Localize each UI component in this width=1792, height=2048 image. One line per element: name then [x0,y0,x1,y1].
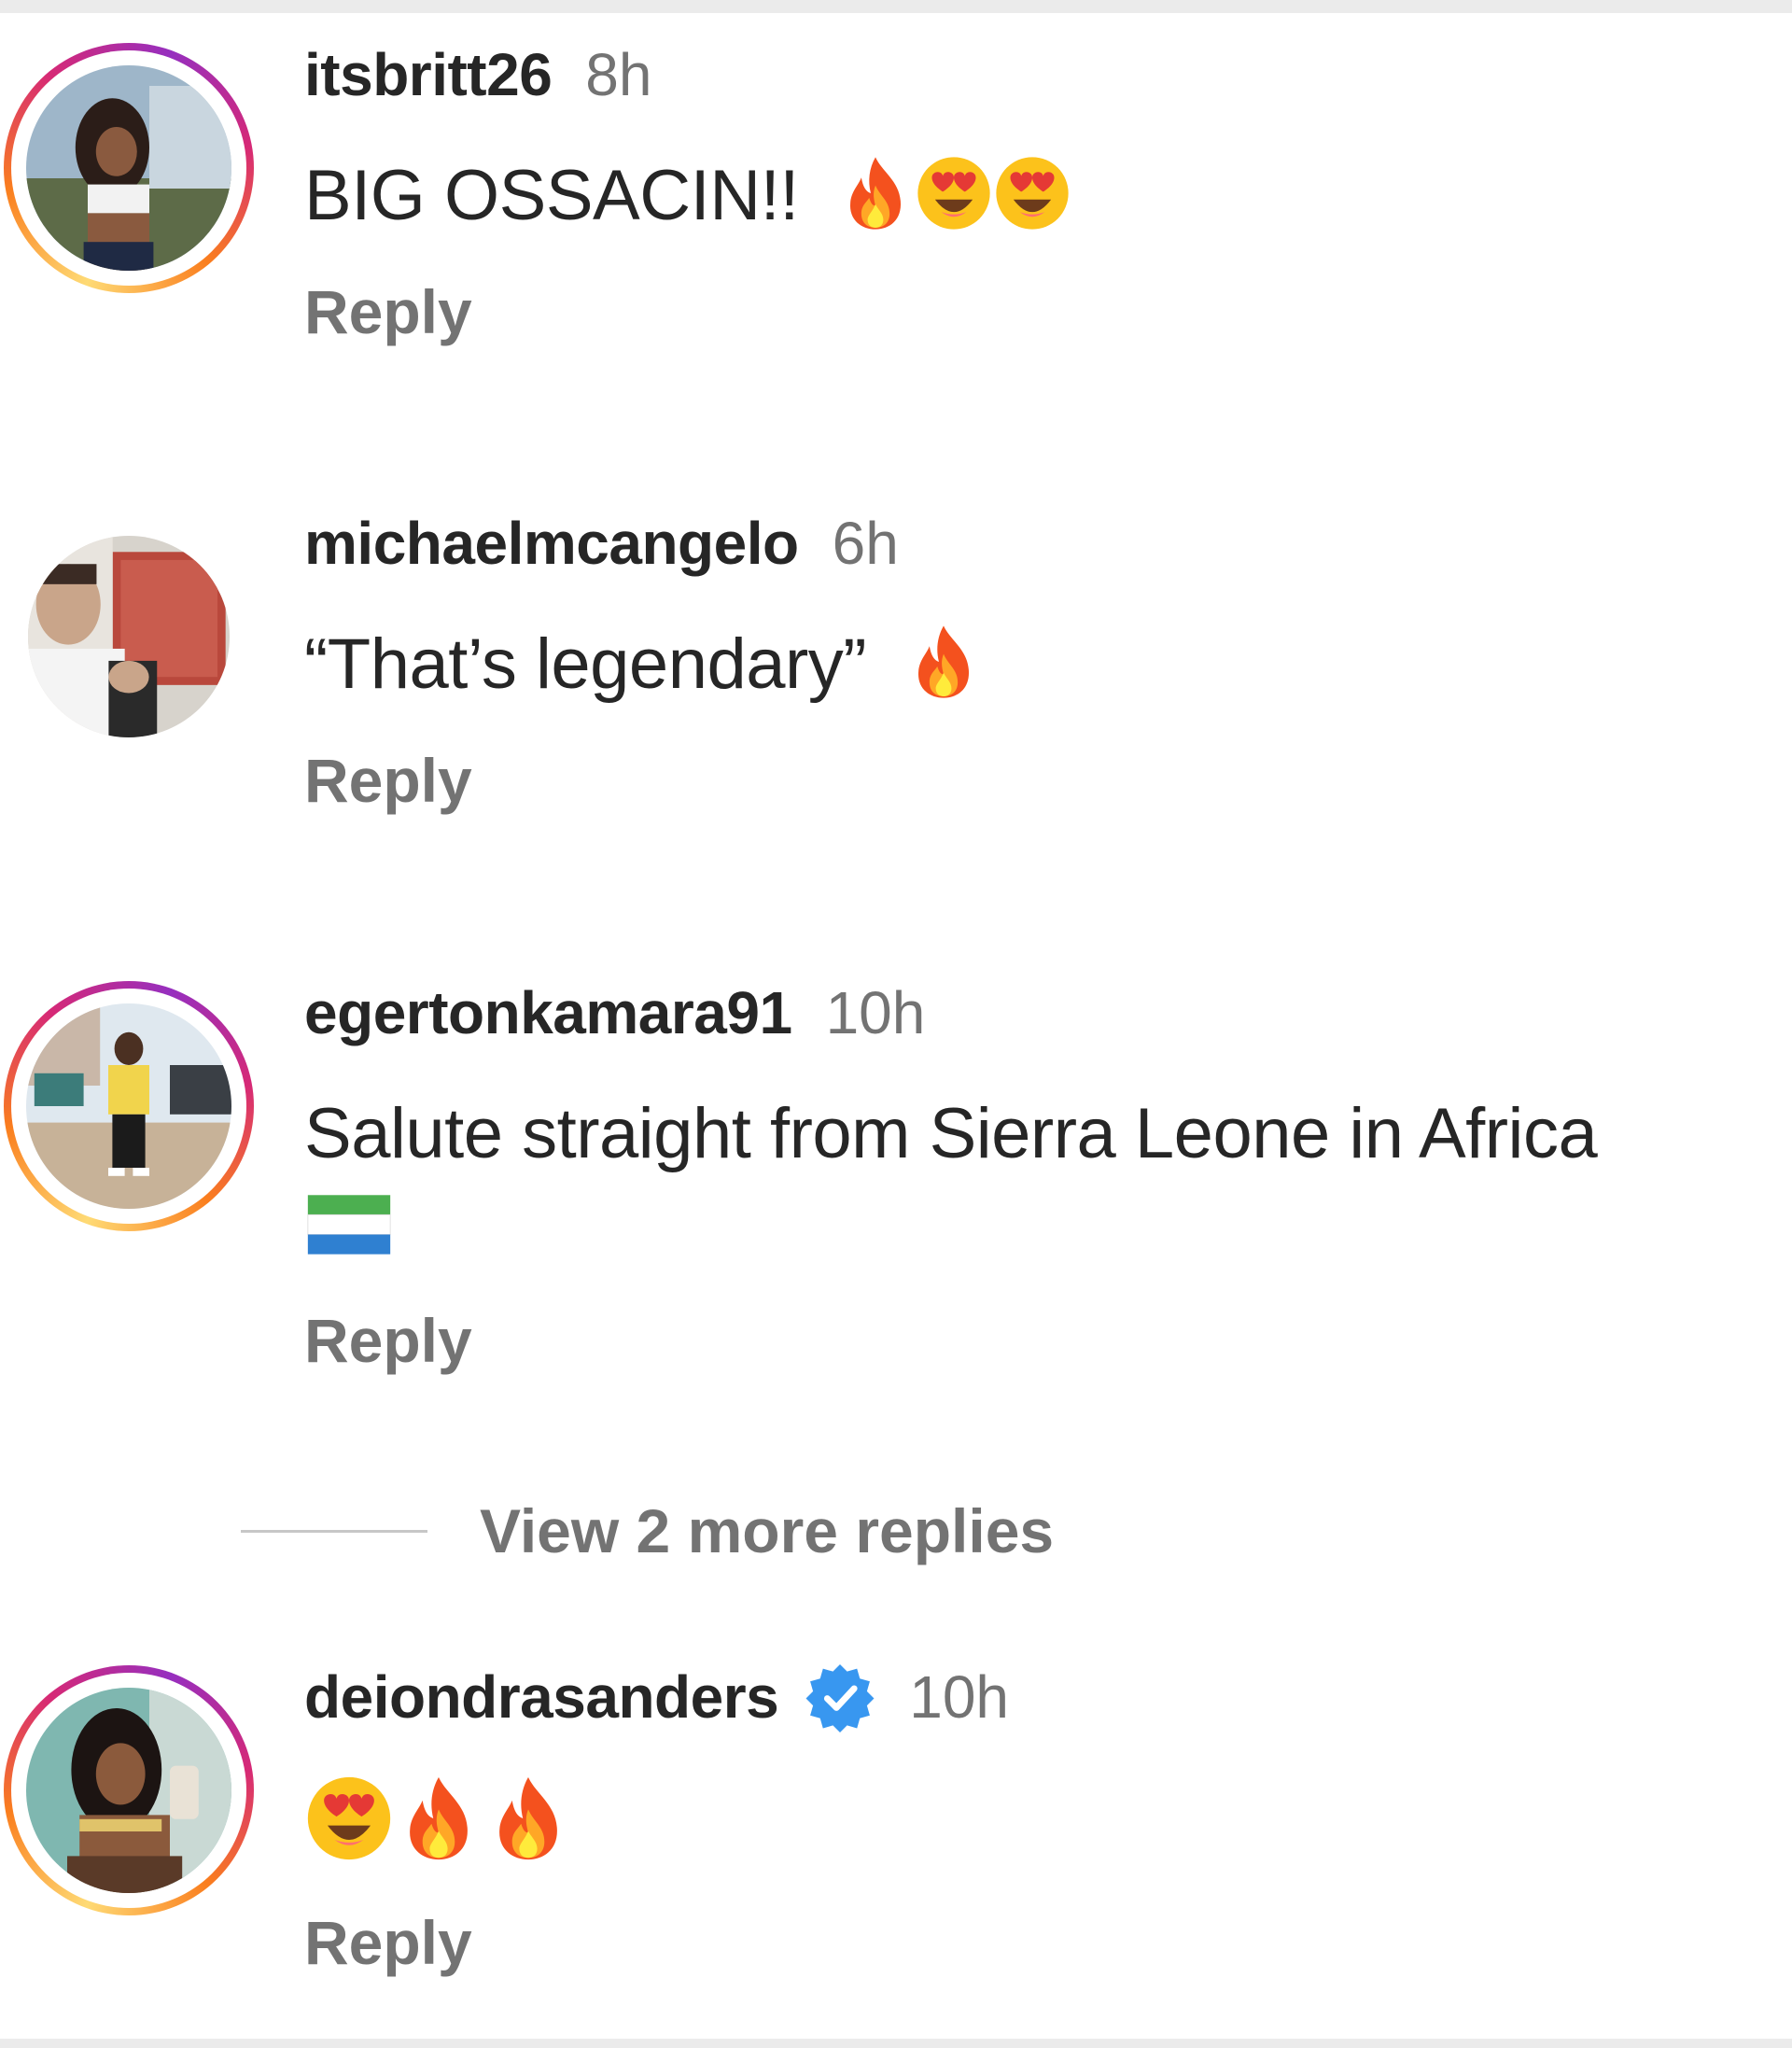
timestamp: 8h [585,41,652,108]
profile-photo [28,536,230,737]
bottom-divider [0,2039,1792,2048]
avatar[interactable] [4,43,254,293]
fire-emoji [836,154,915,232]
avatar[interactable] [4,981,254,1231]
reply-button[interactable]: Reply [304,743,1755,818]
username[interactable]: itsbritt26 [304,39,553,110]
comment-text: BIG OSSACIN!! [304,151,1755,241]
fire-emoji [904,623,983,701]
avatar[interactable] [4,1665,254,1915]
profile-photo [26,1688,231,1893]
heart-eyes-emoji [993,154,1071,232]
comment-text: “That’s legendary” [304,620,1755,709]
reply-button[interactable]: Reply [304,1905,1755,1980]
timestamp: 6h [832,510,899,577]
fire-emoji [483,1774,573,1863]
profile-photo [26,65,231,271]
verified-badge-icon [805,1662,875,1732]
timestamp: 10h [825,979,926,1046]
divider-line [241,1529,427,1533]
reply-button[interactable]: Reply [304,1303,1755,1378]
sierra-leone-flag-emoji [304,1179,394,1269]
username[interactable]: michaelmcangelo [304,508,799,579]
view-more-replies[interactable]: View 2 more replies [241,1494,1054,1568]
timestamp: 10h [909,1663,1009,1731]
top-divider [0,0,1792,13]
view-more-replies-label[interactable]: View 2 more replies [480,1495,1054,1566]
heart-eyes-emoji [915,154,993,232]
username[interactable]: egertonkamara91 [304,977,792,1048]
comment-text-content: Salute straight from Sierra Leone in Afr… [304,1094,1598,1173]
profile-photo [26,1003,231,1209]
heart-eyes-emoji [304,1774,394,1863]
comment-text: Salute straight from Sierra Leone in Afr… [304,1089,1755,1281]
comment-text [304,1774,1755,1872]
comment-text-content: BIG OSSACIN!! [304,156,799,235]
reply-button[interactable]: Reply [304,274,1755,349]
avatar[interactable] [4,512,254,762]
fire-emoji [394,1774,483,1863]
comment-text-content: “That’s legendary” [304,624,867,704]
username[interactable]: deiondrasanders [304,1662,779,1732]
